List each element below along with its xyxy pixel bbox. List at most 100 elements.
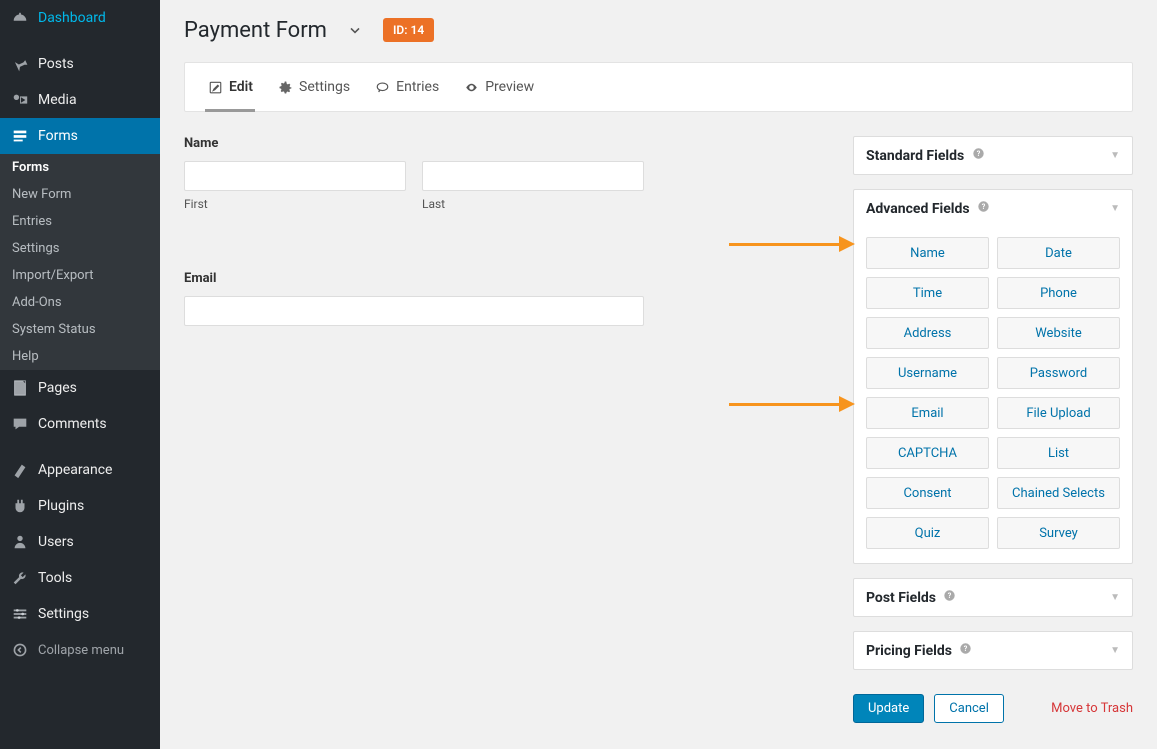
panel-standard-fields: Standard Fields ? ▼ <box>853 136 1133 175</box>
sidebar-label: Tools <box>38 570 72 586</box>
collapse-triangle-icon: ▼ <box>1110 645 1120 656</box>
tab-preview[interactable]: Preview <box>451 63 546 111</box>
update-button[interactable]: Update <box>853 694 924 723</box>
page-header: Payment Form ID: 14 <box>184 16 1133 44</box>
tab-label: Settings <box>299 79 350 95</box>
panel-header-post[interactable]: Post Fields ? ▼ <box>854 579 1132 616</box>
sidebar-item-appearance[interactable]: Appearance <box>0 452 160 488</box>
last-sublabel: Last <box>422 197 644 211</box>
help-icon[interactable]: ? <box>959 643 972 659</box>
tab-label: Preview <box>485 79 534 95</box>
collapse-icon <box>10 640 30 660</box>
field-btn-email[interactable]: Email <box>866 397 989 429</box>
panel-post-fields: Post Fields ? ▼ <box>853 578 1133 617</box>
appearance-icon <box>10 460 30 480</box>
sidebar-item-pages[interactable]: Pages <box>0 370 160 406</box>
sidebar-item-posts[interactable]: Posts <box>0 46 160 82</box>
move-to-trash-link[interactable]: Move to Trash <box>1051 701 1133 716</box>
comments-icon <box>10 414 30 434</box>
help-icon[interactable]: ? <box>977 201 990 217</box>
field-btn-name[interactable]: Name <box>866 237 989 269</box>
editor-tabs: Edit Settings Entries Preview <box>184 62 1133 112</box>
field-btn-address[interactable]: Address <box>866 317 989 349</box>
help-icon[interactable]: ? <box>943 590 956 606</box>
panel-pricing-fields: Pricing Fields ? ▼ <box>853 631 1133 670</box>
sidebar-label: Forms <box>38 128 78 144</box>
sidebar-item-tools[interactable]: Tools <box>0 560 160 596</box>
first-sublabel: First <box>184 197 406 211</box>
field-btn-survey[interactable]: Survey <box>997 517 1120 549</box>
submenu-addons[interactable]: Add-Ons <box>0 289 160 316</box>
field-btn-password[interactable]: Password <box>997 357 1120 389</box>
panel-header-pricing[interactable]: Pricing Fields ? ▼ <box>854 632 1132 669</box>
field-btn-phone[interactable]: Phone <box>997 277 1120 309</box>
last-name-input[interactable] <box>422 161 644 191</box>
sidebar-item-media[interactable]: Media <box>0 82 160 118</box>
name-label: Name <box>184 136 833 151</box>
help-icon[interactable]: ? <box>972 148 985 164</box>
first-name-input[interactable] <box>184 161 406 191</box>
collapse-label: Collapse menu <box>38 643 124 658</box>
field-email[interactable]: Email <box>184 271 833 326</box>
sidebar-collapse[interactable]: Collapse menu <box>0 632 160 668</box>
sidebar-label: Media <box>38 92 77 108</box>
collapse-triangle-icon: ▼ <box>1110 150 1120 161</box>
sidebar-label: Dashboard <box>38 10 106 26</box>
admin-sidebar: Dashboard Posts Media Forms Forms New Fo… <box>0 0 160 749</box>
field-btn-consent[interactable]: Consent <box>866 477 989 509</box>
field-name[interactable]: Name First Last <box>184 136 833 211</box>
field-btn-website[interactable]: Website <box>997 317 1120 349</box>
submenu-import-export[interactable]: Import/Export <box>0 262 160 289</box>
sidebar-item-dashboard[interactable]: Dashboard <box>0 0 160 36</box>
field-btn-date[interactable]: Date <box>997 237 1120 269</box>
sidebar-item-comments[interactable]: Comments <box>0 406 160 442</box>
field-btn-chained-selects[interactable]: Chained Selects <box>997 477 1120 509</box>
annotation-arrow <box>729 236 855 252</box>
panel-header-advanced[interactable]: Advanced Fields ? ▼ <box>854 190 1132 227</box>
panel-header-standard[interactable]: Standard Fields ? ▼ <box>854 137 1132 174</box>
svg-text:?: ? <box>982 202 986 211</box>
tab-settings[interactable]: Settings <box>265 63 362 111</box>
sidebar-item-settings[interactable]: Settings <box>0 596 160 632</box>
email-input[interactable] <box>184 296 644 326</box>
sidebar-item-users[interactable]: Users <box>0 524 160 560</box>
dashboard-icon <box>10 8 30 28</box>
submenu-settings[interactable]: Settings <box>0 235 160 262</box>
tab-edit[interactable]: Edit <box>195 63 265 111</box>
panel-title: Advanced Fields <box>866 201 970 217</box>
sidebar-item-plugins[interactable]: Plugins <box>0 488 160 524</box>
submenu-help[interactable]: Help <box>0 343 160 370</box>
tab-label: Entries <box>396 79 439 95</box>
field-btn-file-upload[interactable]: File Upload <box>997 397 1120 429</box>
field-btn-captcha[interactable]: CAPTCHA <box>866 437 989 469</box>
submenu-forms[interactable]: Forms <box>0 154 160 181</box>
form-id-badge: ID: 14 <box>383 18 434 42</box>
panel-advanced-fields: Advanced Fields ? ▼ Name Date Time Phone… <box>853 189 1133 564</box>
media-icon <box>10 90 30 110</box>
cancel-button[interactable]: Cancel <box>934 694 1004 723</box>
collapse-triangle-icon: ▼ <box>1110 203 1120 214</box>
sidebar-item-forms[interactable]: Forms <box>0 118 160 154</box>
edit-icon <box>207 79 223 95</box>
tab-label: Edit <box>229 79 253 95</box>
fields-panel: Standard Fields ? ▼ Advanced Fields ? ▼ … <box>853 136 1133 723</box>
annotation-arrow <box>729 396 855 412</box>
panel-title: Pricing Fields <box>866 643 952 659</box>
chevron-down-icon <box>347 22 363 38</box>
submenu-system-status[interactable]: System Status <box>0 316 160 343</box>
field-btn-quiz[interactable]: Quiz <box>866 517 989 549</box>
settings-icon <box>10 604 30 624</box>
submenu-new-form[interactable]: New Form <box>0 181 160 208</box>
field-btn-list[interactable]: List <box>997 437 1120 469</box>
tab-entries[interactable]: Entries <box>362 63 451 111</box>
gear-icon <box>277 79 293 95</box>
form-switcher-toggle[interactable] <box>341 16 369 44</box>
field-btn-time[interactable]: Time <box>866 277 989 309</box>
sidebar-label: Settings <box>38 606 89 622</box>
submenu-entries[interactable]: Entries <box>0 208 160 235</box>
sidebar-label: Posts <box>38 56 74 72</box>
panel-title: Standard Fields <box>866 148 964 164</box>
pages-icon <box>10 378 30 398</box>
sidebar-forms-submenu: Forms New Form Entries Settings Import/E… <box>0 154 160 370</box>
field-btn-username[interactable]: Username <box>866 357 989 389</box>
